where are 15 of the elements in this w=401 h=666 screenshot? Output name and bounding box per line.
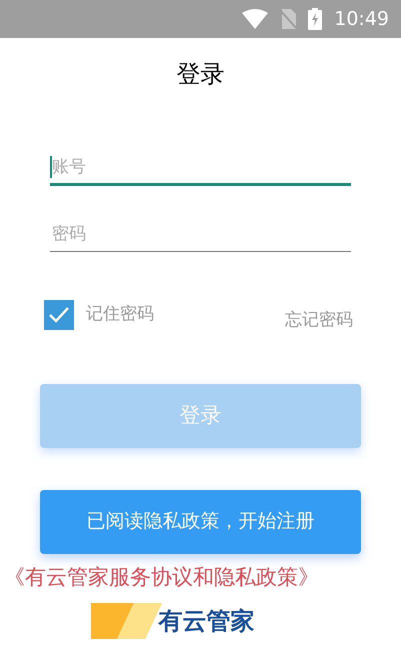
wifi-icon: [242, 9, 268, 29]
status-time: 10:49: [334, 6, 389, 32]
logo-text: 有云管家: [158, 606, 254, 637]
forgot-password-link[interactable]: 忘记密码: [285, 308, 353, 334]
no-sim-icon: [280, 9, 296, 29]
input-field[interactable]: 账号: [50, 150, 351, 186]
checkmark-icon: [48, 306, 70, 324]
page-title: 登录: [176, 59, 224, 90]
checkbox[interactable]: [44, 300, 74, 330]
register-button[interactable]: 已阅读隐私政策，开始注册: [40, 490, 361, 554]
battery-charging-icon: [308, 8, 322, 30]
policy-link[interactable]: 《有云管家服务协议和隐私政策》: [0, 562, 319, 593]
remember-label: 记住密码: [86, 303, 154, 326]
input-field[interactable]: 密码: [50, 216, 351, 252]
text-cursor: [50, 156, 52, 178]
